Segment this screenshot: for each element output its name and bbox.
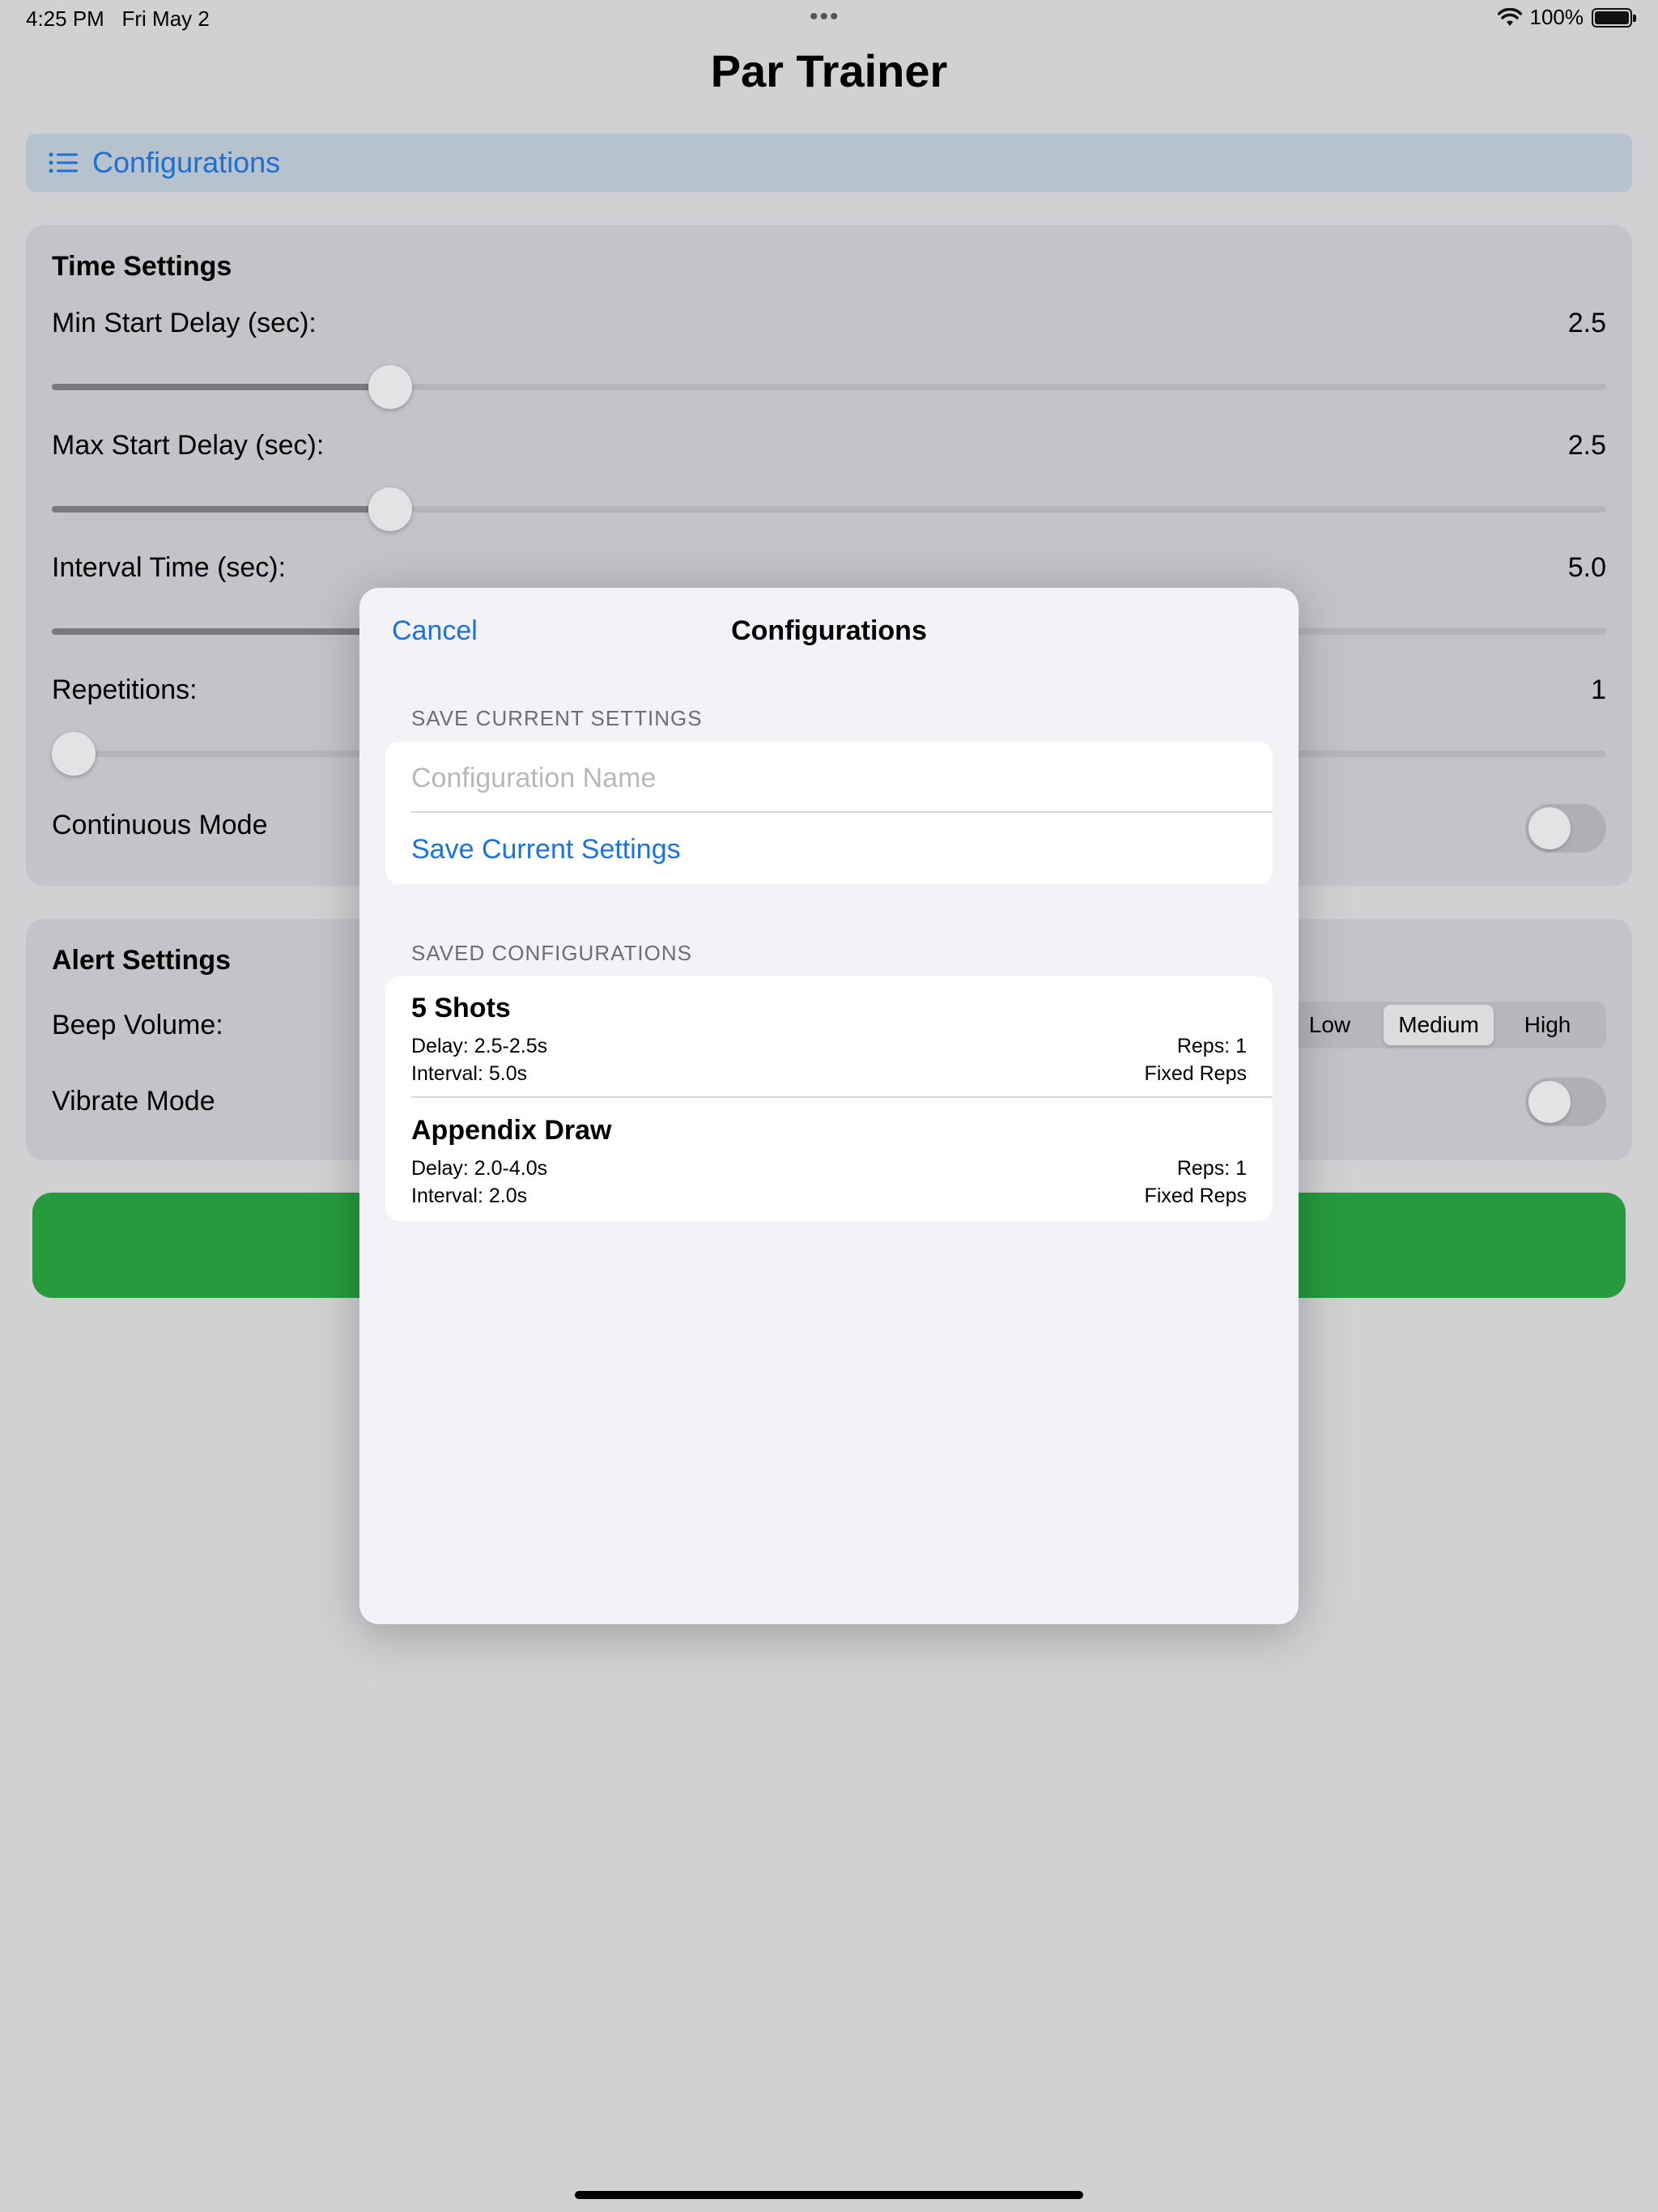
min-start-delay-label: Min Start Delay (sec):: [52, 308, 317, 338]
divider: [411, 1096, 1273, 1098]
config-name: Appendix Draw: [411, 1115, 612, 1146]
page-title: Par Trainer: [710, 45, 948, 96]
beep-volume-label: Beep Volume:: [52, 1010, 223, 1040]
config-mode: Fixed Reps: [1144, 1185, 1247, 1207]
interval-time-label: Interval Time (sec):: [52, 552, 287, 583]
status-bar-time: 4:25 PM Fri May 2: [26, 6, 210, 32]
beep-volume-segmented-control[interactable]: Low Medium High: [1271, 1002, 1606, 1049]
list-icon: [49, 152, 78, 173]
section-title-time-settings: Time Settings: [52, 251, 232, 282]
time-text: 4:25 PM: [26, 6, 104, 31]
section-title-alert-settings: Alert Settings: [52, 945, 232, 976]
config-interval: Interval: 5.0s: [411, 1062, 528, 1085]
vibrate-mode-toggle[interactable]: [1525, 1078, 1606, 1126]
config-name: 5 Shots: [411, 993, 511, 1023]
multitasking-dots-icon[interactable]: •••: [810, 3, 840, 31]
config-delay: Delay: 2.0-4.0s: [411, 1157, 548, 1180]
max-start-delay-slider[interactable]: [52, 487, 1606, 531]
config-interval: Interval: 2.0s: [411, 1185, 528, 1207]
min-start-delay-value: 2.5: [1567, 308, 1606, 338]
continuous-mode-toggle[interactable]: [1525, 804, 1606, 853]
repetitions-slider-thumb[interactable]: [52, 732, 96, 776]
configuration-name-input[interactable]: Configuration Name: [411, 763, 656, 794]
saved-section-header: SAVED CONFIGURATIONS: [411, 941, 692, 965]
max-start-delay-label: Max Start Delay (sec):: [52, 430, 325, 461]
interval-time-value: 5.0: [1567, 552, 1606, 583]
max-start-delay-value: 2.5: [1567, 430, 1606, 461]
config-row-appendix-draw[interactable]: Appendix Draw Delay: 2.0-4.0s Interval: …: [385, 1099, 1273, 1220]
config-reps: Reps: 1: [1176, 1035, 1247, 1057]
battery-percent: 100%: [1529, 5, 1584, 29]
repetitions-label: Repetitions:: [52, 674, 198, 705]
save-current-settings-button[interactable]: Save Current Settings: [411, 834, 681, 866]
max-start-delay-slider-thumb[interactable]: [368, 487, 412, 531]
saved-configurations-list: 5 Shots Delay: 2.5-2.5s Interval: 5.0s R…: [385, 976, 1273, 1221]
segment-high[interactable]: High: [1494, 1005, 1601, 1045]
configurations-modal: Cancel Configurations SAVE CURRENT SETTI…: [359, 588, 1299, 1624]
save-settings-group: Configuration Name Save Current Settings: [385, 742, 1273, 884]
status-bar-right: 100%: [1497, 5, 1636, 30]
min-start-delay-slider[interactable]: [52, 365, 1606, 409]
divider: [411, 811, 1273, 813]
config-delay: Delay: 2.5-2.5s: [411, 1035, 548, 1057]
segment-medium[interactable]: Medium: [1383, 1005, 1494, 1045]
wifi-icon: [1497, 7, 1522, 26]
min-start-delay-slider-thumb[interactable]: [368, 365, 412, 409]
config-row-5-shots[interactable]: 5 Shots Delay: 2.5-2.5s Interval: 5.0s R…: [385, 976, 1273, 1098]
date-text: Fri May 2: [121, 6, 210, 31]
config-mode: Fixed Reps: [1144, 1062, 1247, 1085]
modal-title: Configurations: [731, 615, 927, 646]
repetitions-value: 1: [1591, 674, 1606, 705]
configurations-label: Configurations: [92, 146, 281, 179]
battery-icon: [1592, 7, 1636, 28]
home-indicator[interactable]: [575, 2191, 1083, 2199]
configurations-button[interactable]: Configurations: [26, 134, 1632, 192]
save-section-header: SAVE CURRENT SETTINGS: [411, 706, 703, 730]
vibrate-mode-label: Vibrate Mode: [52, 1086, 215, 1117]
config-reps: Reps: 1: [1176, 1157, 1247, 1180]
continuous-mode-label: Continuous Mode: [52, 810, 268, 840]
